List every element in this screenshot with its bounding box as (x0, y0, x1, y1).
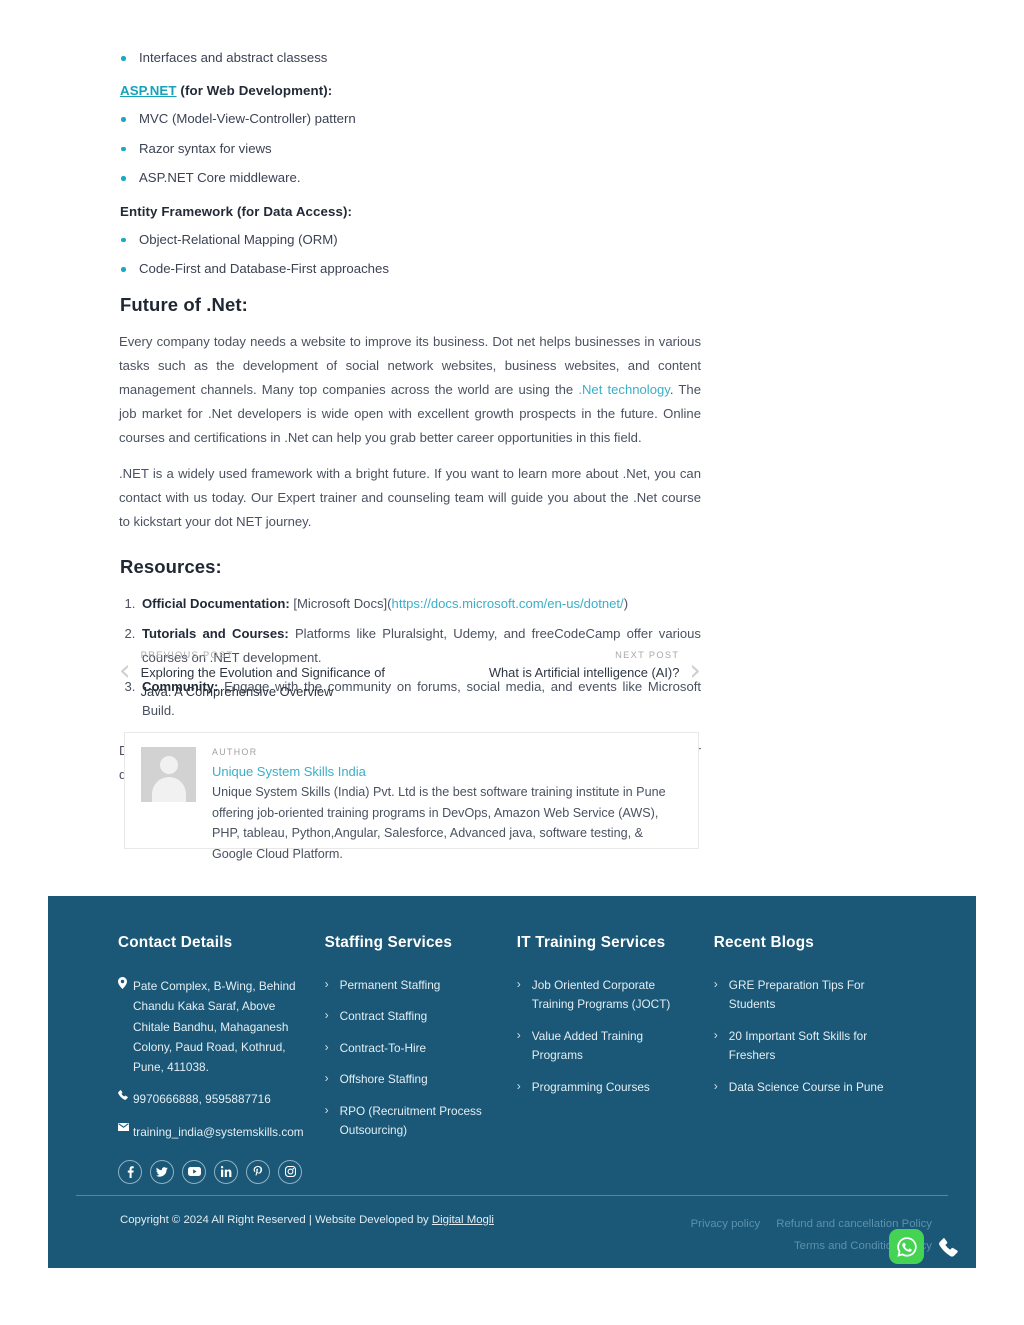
list-item[interactable]: GRE Preparation Tips For Students (714, 975, 888, 1015)
staffing-link[interactable]: Contract-To-Hire (340, 1041, 427, 1055)
site-footer: Contact Details Pate Complex, B-Wing, Be… (48, 896, 976, 1268)
list-item[interactable]: Data Science Course in Pune (714, 1077, 888, 1097)
contact-email-text: training_india@systemskills.com (133, 1124, 304, 1139)
blog-link[interactable]: GRE Preparation Tips For Students (729, 978, 865, 1011)
footer-column-training: IT Training Services Job Oriented Corpor… (517, 934, 714, 1184)
list-item: Razor syntax for views (119, 139, 701, 159)
previous-post-label: PREVIOUS POST (140, 650, 234, 660)
footer-column-blogs: Recent Blogs GRE Preparation Tips For St… (714, 934, 906, 1184)
chevron-left-icon: ‹ (119, 653, 131, 687)
copyright-text: Copyright © 2024 All Right Reserved | We… (120, 1214, 494, 1257)
list-item: Official Documentation: [Microsoft Docs]… (139, 592, 701, 616)
location-pin-icon (118, 977, 133, 1077)
future-paragraph-1: Every company today needs a website to i… (119, 330, 701, 450)
whatsapp-icon (896, 1236, 917, 1257)
linkedin-icon[interactable] (214, 1159, 238, 1184)
next-post-label: NEXT POST (615, 650, 680, 660)
resource-text: [Microsoft Docs]( (289, 596, 392, 612)
recent-blogs-list: GRE Preparation Tips For Students 20 Imp… (714, 975, 888, 1097)
phone-icon (118, 1090, 133, 1109)
blog-link[interactable]: 20 Important Soft Skills for Freshers (729, 1029, 867, 1062)
list-item[interactable]: Programming Courses (517, 1077, 696, 1097)
it-training-services-title: IT Training Services (516, 934, 666, 951)
it-training-services-list: Job Oriented Corporate Training Programs… (517, 975, 696, 1097)
list-item: Interfaces and abstract classess (119, 48, 701, 68)
resource-label: Official Documentation: (142, 596, 290, 612)
call-float-button[interactable] (934, 1233, 962, 1261)
aspnet-link[interactable]: ASP.NET (120, 83, 177, 98)
contact-phone[interactable]: 9970666888, 9595887716 (118, 1089, 307, 1109)
envelope-icon (118, 1122, 133, 1142)
author-label: AUTHOR (212, 747, 258, 757)
youtube-icon[interactable] (182, 1159, 206, 1184)
twitter-icon[interactable] (150, 1159, 174, 1184)
list-item: Code-First and Database-First approaches (119, 259, 701, 279)
instagram-icon[interactable] (278, 1159, 302, 1184)
resource-tail: ) (623, 596, 629, 612)
dotnet-technology-link[interactable]: .Net technology (578, 382, 670, 397)
list-item[interactable]: Value Added Training Programs (517, 1026, 696, 1066)
list-item[interactable]: Contract Staffing (325, 1006, 499, 1026)
blog-link[interactable]: Data Science Course in Pune (729, 1080, 884, 1094)
phone-icon (938, 1237, 958, 1257)
next-post-link[interactable]: › NEXT POST What is Artificial intellige… (489, 650, 701, 685)
author-box: AUTHOR Unique System Skills India Unique… (124, 732, 699, 861)
whatsapp-float-button[interactable] (889, 1229, 924, 1264)
author-body: AUTHOR Unique System Skills India Unique… (196, 747, 682, 861)
list-item[interactable]: Job Oriented Corporate Training Programs… (517, 975, 696, 1015)
staffing-link[interactable]: Offshore Staffing (340, 1072, 428, 1086)
aspnet-heading-rest: (for Web Development): (176, 83, 333, 99)
contact-address-text: Pate Complex, B-Wing, Behind Chandu Kaka… (133, 979, 296, 1075)
previous-post-link[interactable]: ‹ PREVIOUS POST Exploring the Evolution … (119, 650, 386, 701)
contact-email[interactable]: training_india@systemskills.com (118, 1122, 307, 1142)
footer-column-staffing: Staffing Services Permanent Staffing Con… (325, 934, 517, 1184)
future-of-dotnet-title: Future of .Net: (120, 293, 248, 315)
aspnet-bullet-list: MVC (Model-View-Controller) pattern Razo… (119, 109, 701, 188)
recent-blogs-title: Recent Blogs (713, 934, 814, 951)
digital-mogli-link[interactable]: Digital Mogli (432, 1214, 494, 1226)
facebook-icon[interactable] (118, 1159, 142, 1184)
pinterest-icon[interactable] (246, 1159, 270, 1184)
footer-column-contact: Contact Details Pate Complex, B-Wing, Be… (118, 934, 325, 1184)
training-link[interactable]: Value Added Training Programs (532, 1029, 643, 1062)
training-link[interactable]: Job Oriented Corporate Training Programs… (532, 978, 671, 1011)
list-item[interactable]: Permanent Staffing (325, 975, 499, 995)
contact-details-title: Contact Details (118, 934, 233, 951)
staffing-services-list: Permanent Staffing Contract Staffing Con… (325, 975, 499, 1141)
privacy-policy-link[interactable]: Privacy policy (691, 1218, 761, 1230)
staffing-link[interactable]: RPO (Recruitment Process Outsourcing) (340, 1104, 482, 1137)
footer-bottom-bar: Copyright © 2024 All Right Reserved | We… (48, 1196, 976, 1257)
staffing-services-title: Staffing Services (324, 934, 453, 951)
list-item[interactable]: RPO (Recruitment Process Outsourcing) (325, 1101, 499, 1141)
avatar (141, 747, 196, 802)
contact-address: Pate Complex, B-Wing, Behind Chandu Kaka… (118, 976, 307, 1077)
previous-post-title: Exploring the Evolution and Significance… (140, 665, 385, 699)
top-bullet-list: Interfaces and abstract classess (119, 48, 701, 68)
list-item: Object-Relational Mapping (ORM) (119, 230, 701, 250)
contact-phone-text: 9970666888, 9595887716 (133, 1092, 271, 1107)
training-link[interactable]: Programming Courses (532, 1080, 650, 1094)
chevron-right-icon: › (689, 653, 701, 687)
list-item[interactable]: Contract-To-Hire (325, 1038, 499, 1058)
resources-title: Resources: (120, 556, 222, 578)
entity-framework-bullet-list: Object-Relational Mapping (ORM) Code-Fir… (119, 230, 701, 280)
list-item: MVC (Model-View-Controller) pattern (119, 109, 701, 129)
resource-label: Tutorials and Courses: (142, 625, 289, 641)
author-name-link[interactable]: Unique System Skills India (212, 764, 682, 779)
staffing-link[interactable]: Contract Staffing (340, 1009, 428, 1023)
list-item: ASP.NET Core middleware. (119, 168, 701, 188)
list-item[interactable]: 20 Important Soft Skills for Freshers (714, 1026, 888, 1066)
social-links (118, 1159, 307, 1184)
future-paragraph-2: .NET is a widely used framework with a b… (119, 466, 701, 530)
post-navigation: ‹ PREVIOUS POST Exploring the Evolution … (119, 650, 701, 706)
staffing-link[interactable]: Permanent Staffing (340, 978, 441, 992)
footer-columns: Contact Details Pate Complex, B-Wing, Be… (48, 896, 976, 1184)
aspnet-heading: ASP.NET (for Web Development): (120, 83, 701, 98)
entity-framework-heading: Entity Framework (for Data Access): (120, 203, 353, 219)
copyright-prefix: Copyright © 2024 All Right Reserved | We… (120, 1214, 432, 1226)
microsoft-docs-link[interactable]: https://docs.microsoft.com/en-us/dotnet/ (392, 596, 624, 611)
list-item[interactable]: Offshore Staffing (325, 1069, 499, 1089)
author-description: Unique System Skills (India) Pvt. Ltd is… (212, 785, 666, 861)
next-post-title: What is Artificial intelligence (AI)? (488, 665, 680, 680)
